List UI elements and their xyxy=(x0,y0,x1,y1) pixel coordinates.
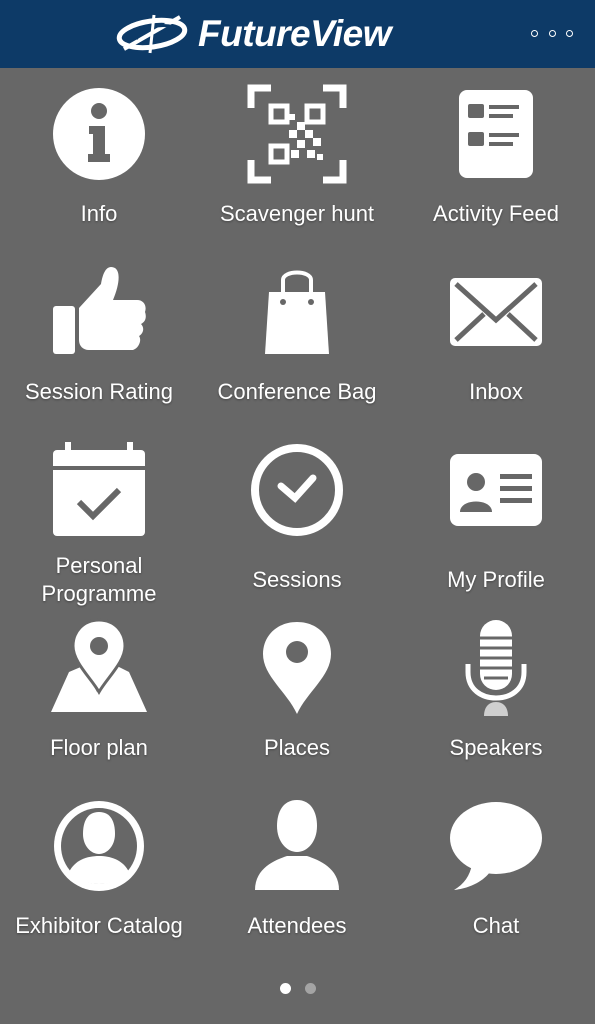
page-indicator xyxy=(0,980,595,996)
tile-scavenger-hunt[interactable]: Scavenger hunt xyxy=(198,68,396,246)
id-card-icon xyxy=(446,440,546,540)
tile-personal-programme[interactable]: Personal Programme xyxy=(0,424,198,606)
tile-label: Scavenger hunt xyxy=(219,201,375,226)
tile-activity-feed[interactable]: Activity Feed xyxy=(397,68,595,246)
more-horizontal-icon xyxy=(531,29,538,37)
tile-label: Attendees xyxy=(247,913,347,938)
tile-label: Sessions xyxy=(252,567,342,592)
tile-label: My Profile xyxy=(447,567,545,592)
person-icon xyxy=(247,796,347,896)
tile-label: Activity Feed xyxy=(433,201,559,226)
user-circle-icon xyxy=(49,796,149,896)
tile-label: Inbox xyxy=(469,379,523,404)
map-pin-icon xyxy=(49,618,149,718)
page-dot-active[interactable] xyxy=(279,982,291,994)
tile-speakers[interactable]: Speakers xyxy=(397,602,595,780)
tile-label: Session Rating xyxy=(25,379,173,404)
tile-attendees[interactable]: Attendees xyxy=(198,780,396,958)
tile-label: Conference Bag xyxy=(217,379,377,404)
page-dot[interactable] xyxy=(304,982,316,994)
brand-logo: FutureView xyxy=(114,8,434,60)
tile-label: Chat xyxy=(472,913,520,938)
shopping-bag-icon xyxy=(247,262,347,362)
tile-chat[interactable]: Chat xyxy=(397,780,595,958)
more-menu-button[interactable] xyxy=(531,24,573,42)
tile-label-line1: Personal xyxy=(55,553,143,578)
more-horizontal-icon xyxy=(566,29,573,37)
tile-places[interactable]: Places xyxy=(198,602,396,780)
qr-code-icon xyxy=(247,84,347,184)
tile-label: Floor plan xyxy=(50,735,148,760)
tile-info[interactable]: Info xyxy=(0,68,198,246)
orbit-logo-icon xyxy=(116,14,188,54)
location-pin-icon xyxy=(247,618,347,718)
tile-label: Places xyxy=(263,735,331,760)
tile-sessions[interactable]: Sessions xyxy=(198,424,396,602)
tile-my-profile[interactable]: My Profile xyxy=(397,424,595,602)
microphone-icon xyxy=(446,618,546,718)
tile-label: Info xyxy=(80,201,118,226)
calendar-check-icon xyxy=(49,440,149,540)
clock-icon xyxy=(247,440,347,540)
tile-label: Speakers xyxy=(449,735,543,760)
app-header: FutureView xyxy=(0,0,595,68)
speech-bubble-icon xyxy=(446,796,546,896)
activity-feed-icon xyxy=(446,84,546,184)
tile-label: Exhibitor Catalog xyxy=(15,913,183,938)
more-horizontal-icon xyxy=(548,29,556,37)
tile-inbox[interactable]: Inbox xyxy=(397,246,595,424)
brand-name: FutureView xyxy=(198,13,392,54)
tile-conference-bag[interactable]: Conference Bag xyxy=(198,246,396,424)
tile-session-rating[interactable]: Session Rating xyxy=(0,246,198,424)
envelope-icon xyxy=(446,262,546,362)
info-icon xyxy=(49,84,149,184)
tile-exhibitor-catalog[interactable]: Exhibitor Catalog xyxy=(0,780,198,958)
thumbs-up-icon xyxy=(49,262,149,362)
tile-floor-plan[interactable]: Floor plan xyxy=(0,602,198,780)
